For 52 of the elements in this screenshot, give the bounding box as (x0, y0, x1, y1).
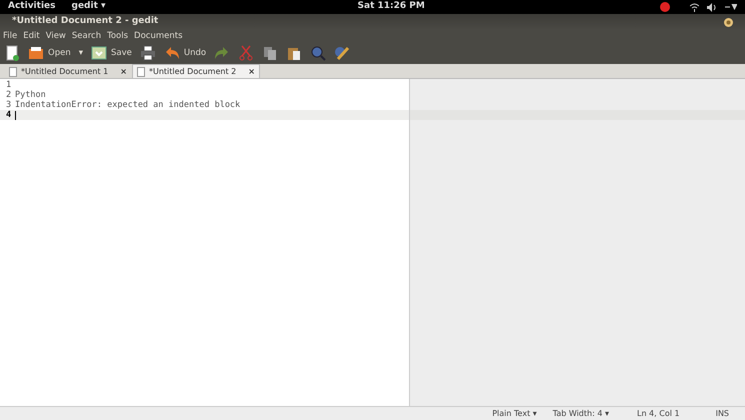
volume-icon[interactable] (707, 2, 717, 12)
toolbar-button[interactable] (334, 45, 350, 61)
close-icon[interactable]: × (120, 66, 127, 78)
toolbar-button[interactable] (286, 45, 302, 61)
document-icon (9, 66, 17, 76)
line-number: 3 (5, 98, 12, 110)
undo-icon (164, 45, 180, 61)
line-number: 2 (5, 88, 12, 100)
cursor-position: Ln 4, Col 1 (636, 408, 680, 420)
folder-icon (28, 45, 44, 61)
wifi-icon[interactable] (690, 2, 699, 12)
language-dropdown[interactable]: Plain Text ▾ (492, 408, 537, 420)
document-icon (136, 66, 145, 76)
tab[interactable]: *Untitled Document 2 × (132, 64, 260, 78)
redo-icon (214, 45, 230, 61)
app-menu[interactable]: gedit ▾ (72, 0, 106, 14)
text-cursor (15, 110, 16, 120)
toolbar-button[interactable] (262, 45, 278, 61)
menu-item[interactable]: View (46, 30, 66, 42)
window-title: *Untitled Document 2 - gedit (12, 15, 158, 28)
activities-button[interactable]: Activities (8, 0, 56, 14)
save-icon (90, 45, 107, 61)
code-line: Python (15, 88, 46, 100)
menu-item[interactable]: Documents (134, 30, 182, 42)
toolbar-button[interactable]: Open (28, 45, 71, 61)
printer-icon (140, 45, 156, 61)
toolbar-button[interactable] (140, 45, 156, 61)
code-line: IndentationError: expected an indented block (15, 99, 240, 112)
close-icon[interactable] (724, 18, 733, 26)
menu-item[interactable]: Search (72, 30, 102, 42)
toolbar-button[interactable]: Undo (164, 45, 206, 61)
menu-item[interactable]: Tools (107, 30, 128, 42)
power-icon[interactable] (725, 4, 737, 10)
find-replace-icon (334, 45, 350, 61)
dropdown-button[interactable]: ▾ (78, 46, 83, 60)
scissors-icon (238, 45, 254, 61)
insert-mode: INS (716, 408, 729, 420)
menu-item[interactable]: Edit (23, 30, 40, 42)
menu-item[interactable]: File (3, 30, 18, 42)
copy-icon (262, 45, 278, 61)
line-number: 4 (5, 108, 12, 122)
close-icon[interactable]: × (248, 66, 255, 78)
record-icon[interactable] (660, 2, 670, 12)
line-number: 1 (5, 78, 12, 90)
toolbar-button[interactable] (4, 45, 20, 61)
toolbar-button[interactable]: Save (90, 45, 132, 61)
tab-width-dropdown[interactable]: Tab Width: 4 ▾ (552, 408, 609, 420)
editor-pane[interactable]: 1 2 Python 3 IndentationError: expected an indented block 4 (0, 79, 410, 406)
clipboard-icon (286, 45, 302, 61)
document-icon (4, 45, 20, 61)
search-icon (310, 45, 326, 61)
clock[interactable]: Sat 11:26 PM (358, 0, 425, 14)
